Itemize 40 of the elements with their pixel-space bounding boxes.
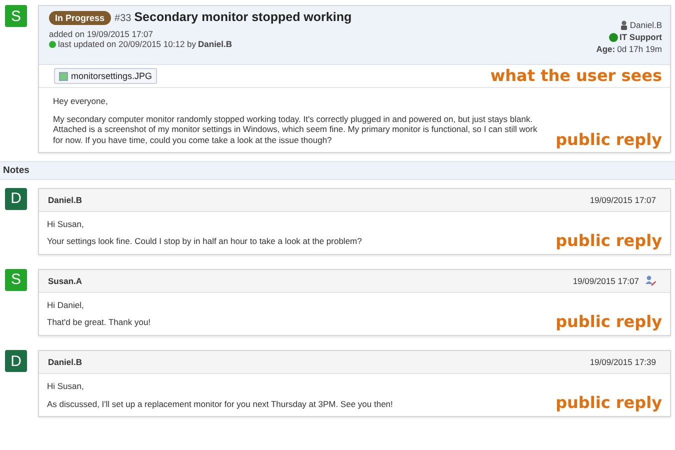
team: IT Support (620, 32, 662, 42)
note-paragraph: Hi Daniel, (47, 300, 85, 310)
message-paragraph: Hey everyone, (53, 96, 109, 107)
age-value: 0d 17h 19m (617, 44, 662, 54)
note-author: Daniel.B (48, 357, 82, 367)
notes-heading: Notes (0, 160, 675, 180)
note-paragraph: Your settings look fine. Could I stop by in half an hour to take a look at the problem? (47, 236, 362, 247)
team-dot-icon (608, 32, 618, 42)
avatar: D (5, 350, 27, 372)
user-icon (620, 20, 628, 30)
note-paragraph: Hi Susan, (47, 381, 85, 392)
note-time: 19/09/2015 17:39 (590, 357, 656, 367)
annotation: public reply (556, 395, 662, 412)
status-dot-icon (49, 40, 56, 48)
assignee: Daniel.B (630, 20, 662, 30)
age-label: Age: (596, 44, 616, 54)
updated-by: Daniel.B (198, 39, 232, 49)
note-time: 19/09/2015 17:07 (590, 194, 656, 204)
note-time: 19/09/2015 17:07 (572, 276, 639, 286)
annotation: public reply (556, 314, 662, 330)
note-author: Susan.A (48, 276, 82, 286)
note-paragraph: That'd be great. Thank you! (47, 317, 151, 328)
user-edit-icon[interactable] (645, 275, 656, 286)
ticket-title: Secondary monitor stopped working (134, 10, 352, 24)
annotation: public reply (556, 132, 662, 148)
note-paragraph: As discussed, I'll set up a replacement monitor for you next Thursday at 3PM. See you then! (47, 398, 393, 410)
added-date: added on 19/09/2015 17:07 (49, 29, 153, 39)
note-paragraph: Hi Susan, (47, 218, 85, 230)
note-author: Daniel.B (48, 194, 82, 204)
updated-date: last updated on 20/09/2015 10:12 by (58, 39, 196, 49)
ticket-number: #33 (114, 13, 132, 24)
image-file-icon (59, 72, 68, 80)
annotation: what the user sees (490, 68, 662, 84)
message-paragraph: My secondary computer monitor randomly stopped working today. It's correctly plugged in and powered on, but just stays blank. Attached is a screenshot of my monitor settings in Windows, which seem fine. My primary monitor is functional, so I can still work for now. If you have time, could you come take a look at the issue though? (53, 114, 538, 146)
annotation: public reply (556, 232, 662, 249)
avatar: S (5, 5, 27, 27)
avatar: D (5, 188, 27, 210)
avatar: S (5, 268, 27, 291)
status-badge: In Progress (49, 11, 111, 25)
attachment-link[interactable]: monitorsettings.JPG (54, 68, 158, 84)
